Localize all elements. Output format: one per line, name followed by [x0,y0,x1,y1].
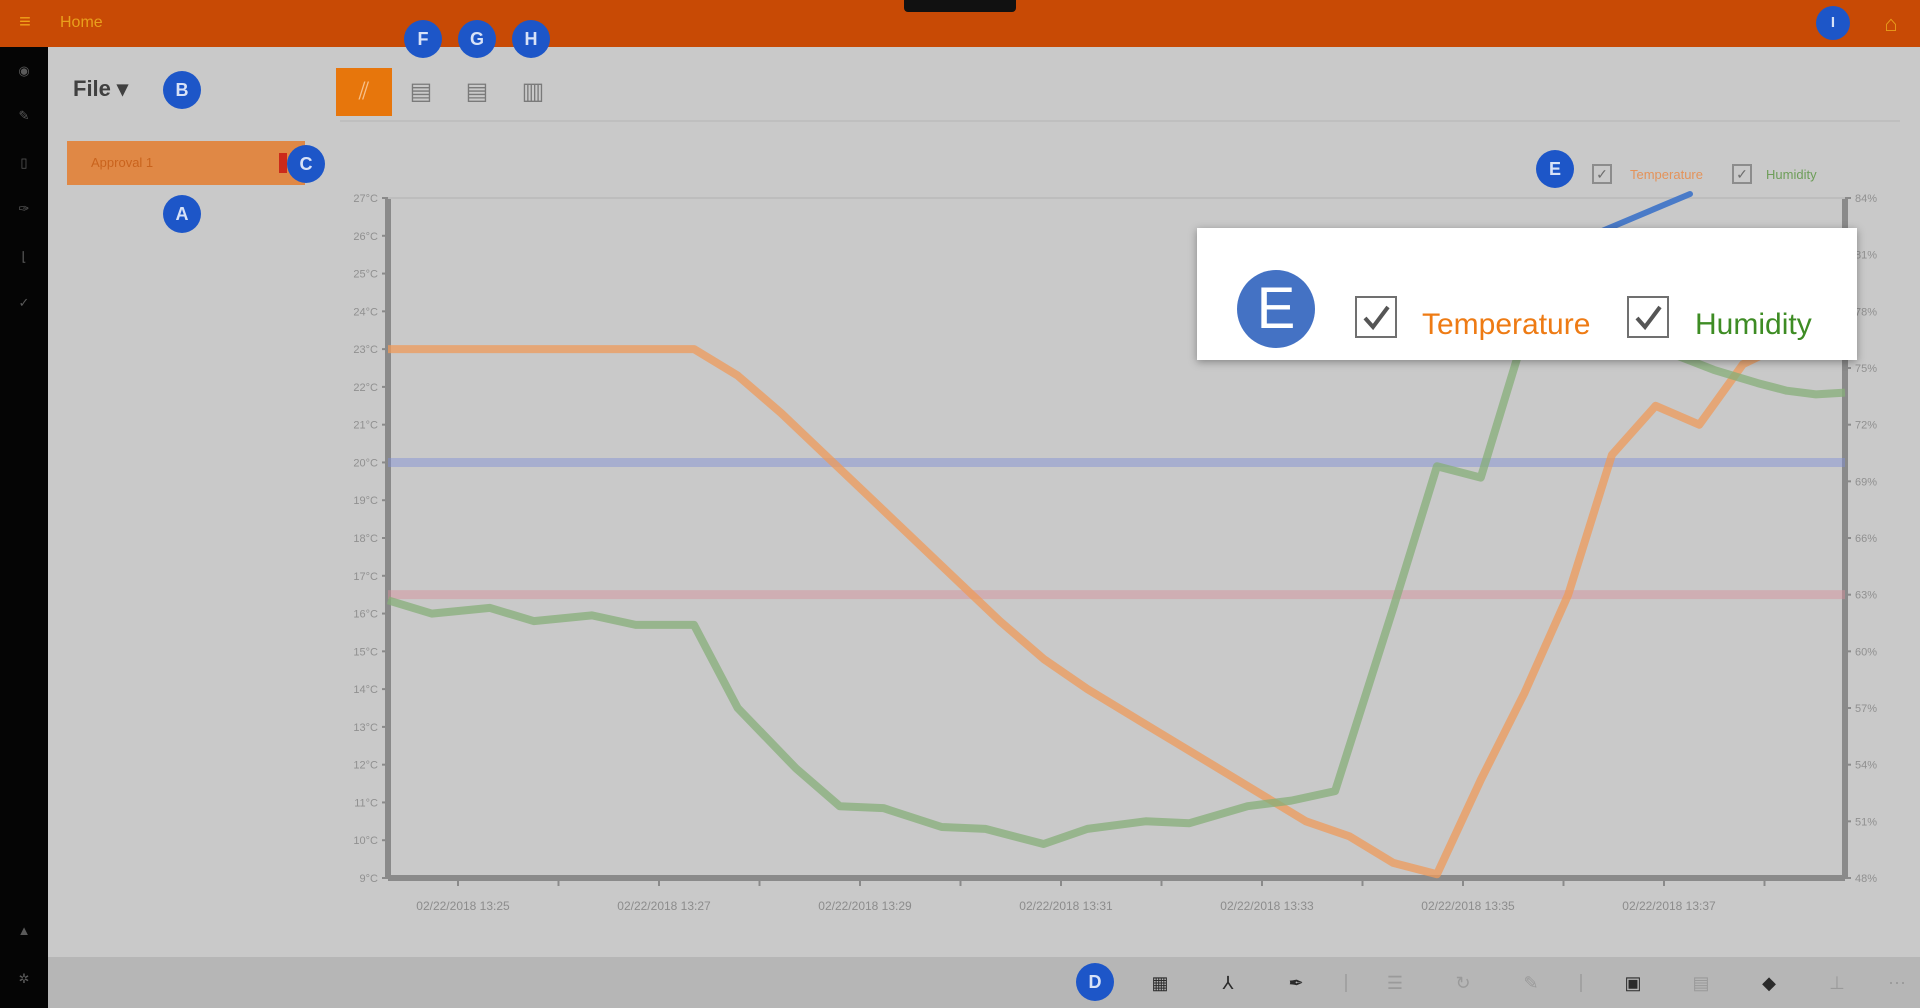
right-tick-label: 66% [1855,533,1877,545]
trash-icon: ▥ [521,78,545,105]
badge-h: H [512,20,550,58]
right-tick-label: 54% [1855,760,1877,772]
toolbar-separator [1345,974,1347,992]
right-tick-label: 69% [1855,476,1877,488]
top-app-bar: ≡ Home ⌂ [0,0,1920,47]
left-tick-label: 13°C [353,722,378,734]
nav-bell-icon[interactable]: ▲ [12,919,36,943]
checkmark-icon [1635,305,1662,331]
x-tick-label: 02/22/2018 13:27 [617,899,711,910]
left-tick-label: 18°C [353,533,378,545]
humidity-checkbox[interactable] [1627,296,1669,338]
x-tick-label: 02/22/2018 13:35 [1421,899,1515,910]
nav-edit-icon[interactable]: ✎ [12,104,36,128]
file-dropdown[interactable]: File ▾ [73,76,128,102]
left-tick-label: 20°C [353,457,378,469]
badge-c: C [287,145,325,183]
left-tick-label: 11°C [354,797,378,809]
pen-icon[interactable]: ✒ [1283,971,1309,995]
chip-icon[interactable]: ▣ [1620,971,1646,995]
badge-f: F [404,20,442,58]
humidity-legend-label-small: Humidity [1766,167,1817,182]
badge-d: D [1076,963,1114,1001]
right-tick-label: 72% [1855,420,1877,432]
right-tick-label: 78% [1855,306,1877,318]
right-tick-label: 60% [1855,646,1877,658]
chart-view-button[interactable]: ⫽ [336,68,392,116]
right-tick-label: 57% [1855,703,1877,715]
humidity-checkbox-small[interactable]: ✓ [1732,164,1752,184]
x-tick-label: 02/22/2018 13:33 [1220,899,1314,910]
hamburger-icon[interactable]: ≡ [12,12,38,32]
left-tick-label: 16°C [353,609,378,621]
alert-marker [279,153,287,173]
home-icon[interactable]: ⌂ [1878,11,1904,37]
left-tick-label: 27°C [353,193,378,205]
more-icon[interactable]: ⋯ [1884,971,1910,995]
bottom-toolbar: D ▦ ⅄ ✒ ☰ ↻ ✎ ▣ ▤ ◆ ⊥ ⋯ [48,957,1920,1008]
app-screen: ≡ Home ⌂ I ◉ ✎ ▯ ✑ ⌊ ✓ ▲ ✲ File ▾ B Appr… [0,0,1920,1008]
humidity-legend-label: Humidity [1695,308,1812,341]
wrench-icon[interactable]: ✎ [1518,971,1544,995]
left-tick-label: 23°C [353,344,378,356]
clipboard-button[interactable]: ▤ [393,68,449,116]
badge-g: G [458,20,496,58]
toolbar-divider [340,120,1900,122]
x-tick-label: 02/22/2018 13:29 [818,899,912,910]
temperature-legend-label: Temperature [1422,308,1591,341]
right-tick-label: 51% [1855,816,1877,828]
nav-check-icon[interactable]: ✓ [12,291,36,315]
left-tick-label: 12°C [353,760,378,772]
callout-badge-e: E [1237,270,1315,348]
left-tick-label: 19°C [353,495,378,507]
clipboard-icon: ▤ [409,78,433,105]
nav-tool-icon[interactable]: ✑ [12,197,36,221]
left-tick-label: 24°C [353,306,378,318]
temperature-checkbox[interactable] [1355,296,1397,338]
left-tick-label: 17°C [353,571,378,583]
clipboard-copy-icon: ▤ [465,78,489,105]
legend-zoom-callout: E Temperature Humidity [1197,228,1857,360]
app-title: Home [60,14,103,31]
right-tick-label: 75% [1855,363,1877,375]
approval-item-label: Approval 1 [91,155,154,170]
right-tick-label: 63% [1855,590,1877,602]
layers-icon[interactable]: ▤ [1688,971,1714,995]
left-tick-label: 9°C [360,873,379,885]
list-icon[interactable]: ☰ [1382,971,1408,995]
left-tick-label: 14°C [353,684,378,696]
chart-icon: ⫽ [358,78,370,105]
checkmark-icon [1363,305,1390,331]
left-nav-rail: ◉ ✎ ▯ ✑ ⌊ ✓ ▲ ✲ [0,47,48,1008]
left-tick-label: 21°C [353,420,378,432]
badge-b: B [163,71,201,109]
badge-i: I [1816,6,1850,40]
sync-icon[interactable]: ↻ [1450,971,1476,995]
right-tick-label: 48% [1855,873,1877,885]
camera-notch [904,0,1016,12]
left-tick-label: 26°C [353,231,378,243]
x-tick-label: 02/22/2018 13:31 [1019,899,1113,910]
nav-settings-icon[interactable]: ✲ [12,967,36,991]
export-icon[interactable]: ⊥ [1824,971,1850,995]
nav-home-icon[interactable]: ◉ [12,59,36,83]
left-tick-label: 25°C [353,269,378,281]
left-tick-label: 22°C [353,382,378,394]
toolbar-separator [1580,974,1582,992]
x-tick-label: 02/22/2018 13:37 [1622,899,1716,910]
right-tick-label: 81% [1855,250,1877,262]
badge-a: A [163,195,201,233]
left-tick-label: 10°C [353,835,378,847]
tree-icon[interactable]: ⅄ [1215,971,1241,995]
delete-button[interactable]: ▥ [505,68,561,116]
grid-icon[interactable]: ▦ [1147,971,1173,995]
stack-icon[interactable]: ◆ [1756,971,1782,995]
approval-list-item[interactable]: Approval 1 [67,141,305,185]
nav-chart-icon[interactable]: ⌊ [12,245,36,269]
nav-device-icon[interactable]: ▯ [12,151,36,175]
left-tick-label: 15°C [353,646,378,658]
right-tick-label: 84% [1855,193,1877,205]
x-tick-label: 02/22/2018 13:25 [416,899,510,910]
clipboard-copy-button[interactable]: ▤ [449,68,505,116]
